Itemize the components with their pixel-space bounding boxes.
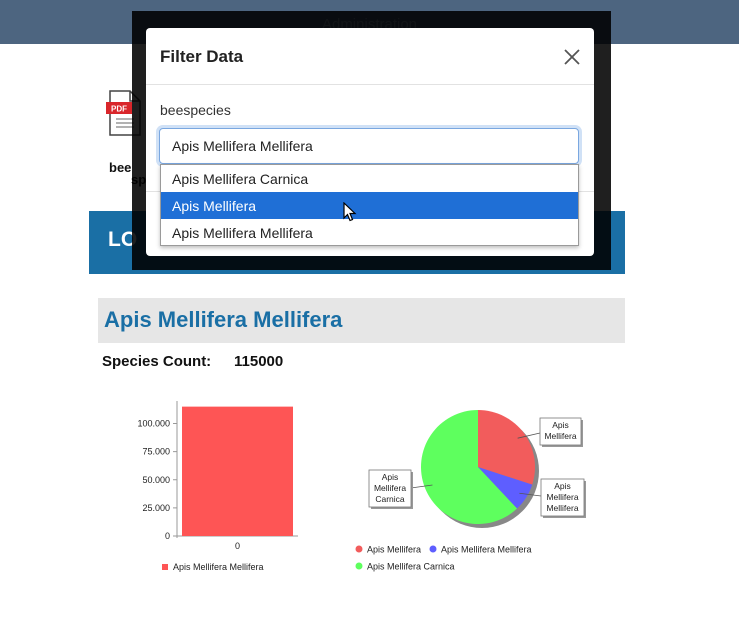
pie-callout-label: Apis xyxy=(554,481,571,491)
bar-y-tick-label: 0 xyxy=(165,531,170,541)
beespecies-label: beespecies xyxy=(160,102,231,118)
option-apis-mellifera-mellifera[interactable]: Apis Mellifera Mellifera xyxy=(161,219,578,246)
pie-callout-label: Mellifera xyxy=(544,431,576,441)
beespecies-select[interactable]: Apis Mellifera Mellifera xyxy=(159,128,579,164)
mouse-cursor-icon xyxy=(343,202,357,222)
pie-legend-label: Apis Mellifera Carnica xyxy=(367,562,455,572)
bar-legend-swatch xyxy=(162,564,168,570)
bar-legend-label: Apis Mellifera Mellifera xyxy=(173,562,264,572)
close-icon[interactable] xyxy=(561,46,583,68)
pie-callout-label: Mellifera xyxy=(546,503,578,513)
pie-callout-label: Apis xyxy=(382,472,399,482)
modal-header: Filter Data xyxy=(146,28,594,85)
pie-legend-label: Apis Mellifera xyxy=(367,545,421,555)
option-apis-mellifera-carnica[interactable]: Apis Mellifera Carnica xyxy=(161,165,578,192)
bar-y-tick-label: 75.000 xyxy=(142,447,170,457)
bar-y-tick-label: 100.000 xyxy=(137,419,170,429)
bar-apis-mellifera-mellifera xyxy=(182,406,293,536)
modal-title: Filter Data xyxy=(160,47,244,66)
pie-callout-label: Mellifera xyxy=(546,492,578,502)
pie-callout-label: Mellifera xyxy=(374,483,406,493)
bar-y-tick-label: 25.000 xyxy=(142,503,170,513)
pie-callout-label: Carnica xyxy=(375,494,405,504)
pie-legend-swatch xyxy=(429,545,437,553)
option-apis-mellifera[interactable]: Apis Mellifera xyxy=(161,192,578,219)
beespecies-dropdown: Apis Mellifera Carnica Apis Mellifera Ap… xyxy=(160,164,579,246)
pie-legend-label: Apis Mellifera Mellifera xyxy=(441,545,532,555)
pie-legend-swatch xyxy=(355,545,363,553)
pie-legend-swatch xyxy=(355,562,363,570)
pie-callout-label: Apis xyxy=(552,420,569,430)
bar-y-tick-label: 50.000 xyxy=(142,475,170,485)
bar-x-tick-label: 0 xyxy=(235,541,240,551)
